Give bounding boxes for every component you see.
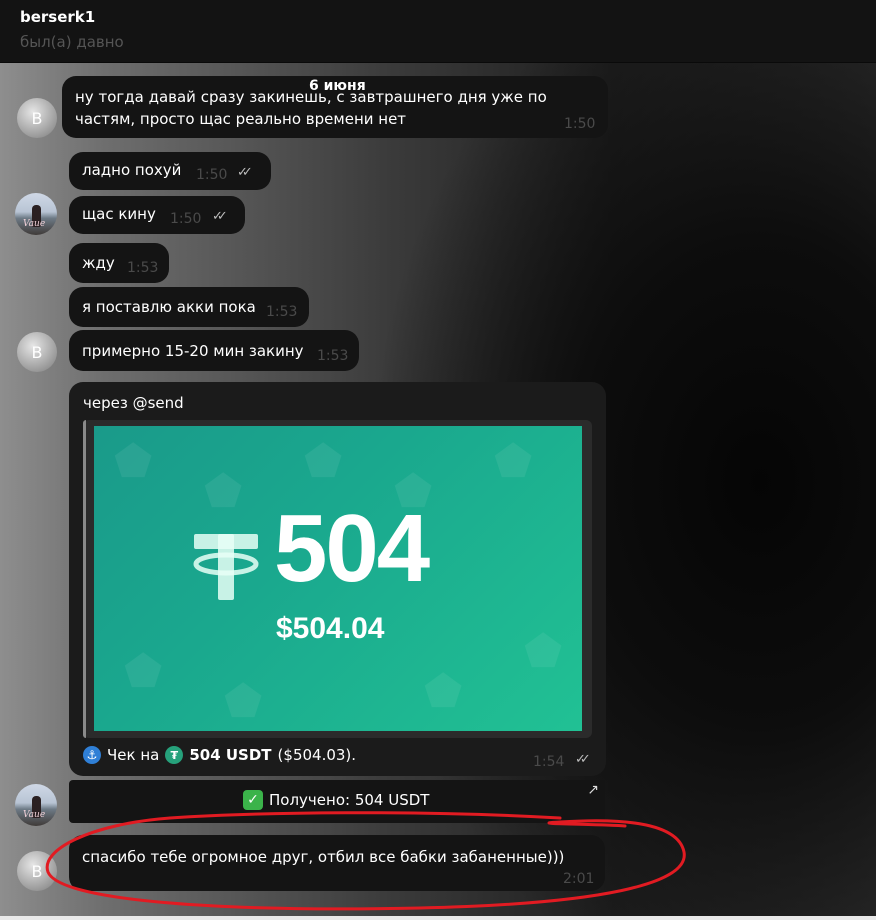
bottom-edge xyxy=(0,916,876,920)
red-annotation-circle xyxy=(45,811,686,911)
